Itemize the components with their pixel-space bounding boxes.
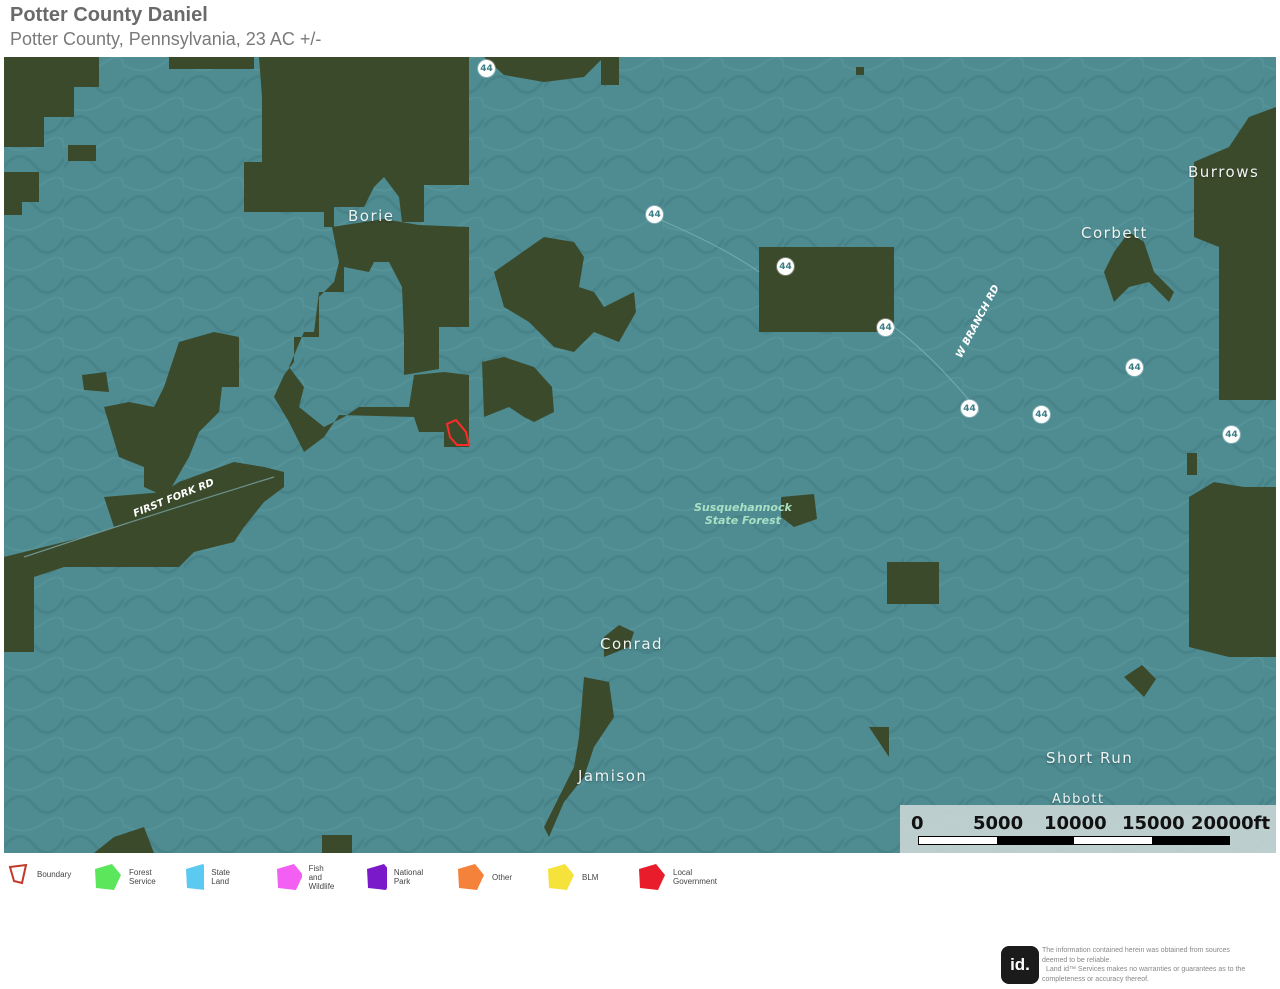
other-swatch-icon	[458, 864, 484, 890]
legend-label: Wildlife	[308, 881, 335, 891]
legend-item-local-government: Local Government	[636, 863, 717, 891]
disclaimer-line: Land id™ Services makes no warranties or…	[1046, 966, 1246, 973]
place-label-conrad: Conrad	[600, 635, 664, 653]
disclaimer-line: The information contained herein was obt…	[1042, 947, 1230, 954]
legend-label: State Land	[211, 868, 230, 886]
disclaimer-line: deemed to be reliable.	[1042, 956, 1112, 964]
route-shield-icon: 44	[877, 319, 894, 336]
forest-service-swatch-icon	[95, 864, 121, 890]
forest-label-line-2: State Forest	[704, 514, 781, 527]
national-park-swatch-icon	[367, 864, 387, 890]
legend-label: BLM	[582, 872, 599, 882]
route-shield-icon: 44	[478, 60, 495, 77]
route-shield-icon: 44	[1033, 406, 1050, 423]
legend-item-state-land: State Land	[183, 863, 239, 891]
scale-label: 20000ft	[1191, 813, 1271, 834]
land-id-logo: id.	[1001, 946, 1039, 984]
disclaimer-text: The information contained herein was obt…	[1042, 946, 1278, 984]
legend-item-forest-service: Forest Service	[92, 863, 156, 891]
logo-text: id.	[1010, 955, 1030, 974]
scale-bar-graphic	[918, 836, 1230, 845]
legend-label: Government	[673, 877, 718, 886]
route-shield-icon: 44	[646, 206, 663, 223]
place-label-jamison: Jamison	[578, 767, 648, 785]
legend-item-boundary: Boundary	[8, 863, 71, 885]
scale-label: 15000	[1122, 813, 1185, 834]
place-label-burrows: Burrows	[1188, 163, 1260, 181]
state-land-swatch-icon	[186, 864, 205, 890]
forest-label-line-1: Susquehannock	[694, 501, 792, 514]
legend-item-blm: BLM	[545, 863, 598, 891]
legend-item-other: Other	[455, 863, 512, 891]
local-government-swatch-icon	[639, 864, 665, 890]
legend-label: Boundary	[37, 869, 72, 879]
route-shield-icon: 44	[1126, 359, 1143, 376]
legend-label: Other	[492, 872, 513, 882]
route-shield-icon: 44	[961, 400, 978, 417]
map-canvas[interactable]: Borie Corbett Burrows Conrad Jamison Sho…	[4, 57, 1276, 853]
scale-label: 10000	[1044, 813, 1107, 834]
map-title: Potter County Daniel	[10, 4, 208, 26]
legend-label: National Park	[393, 868, 424, 886]
place-label-borie: Borie	[348, 207, 395, 225]
blm-swatch-icon	[548, 864, 574, 890]
boundary-swatch-icon	[8, 863, 28, 885]
forest-label: Susquehannock State Forest	[694, 501, 792, 527]
legend-label: Service	[129, 877, 156, 886]
legend-label: Fish and	[308, 863, 324, 882]
map-subtitle: Potter County, Pennsylvania, 23 AC +/-	[10, 29, 322, 49]
route-shield-icon: 44	[1223, 426, 1240, 443]
terrain-layer	[4, 57, 1276, 853]
place-label-short-run: Short Run	[1046, 749, 1134, 767]
legend-label: Forest	[129, 868, 152, 877]
place-label-corbett: Corbett	[1081, 224, 1148, 242]
scale-bar: 0 5000 10000 15000 20000ft	[900, 805, 1276, 853]
legend-label: Local	[673, 868, 693, 877]
legend-item-national-park: National Park	[364, 863, 430, 891]
fish-wildlife-swatch-icon	[277, 864, 302, 890]
route-shield-icon: 44	[777, 258, 794, 275]
disclaimer-line: completeness or accuracy thereof.	[1042, 975, 1149, 983]
scale-label: 0	[911, 813, 924, 834]
scale-label: 5000	[973, 813, 1024, 834]
legend-item-fish-wildlife: Fish and Wildlife	[274, 863, 337, 891]
